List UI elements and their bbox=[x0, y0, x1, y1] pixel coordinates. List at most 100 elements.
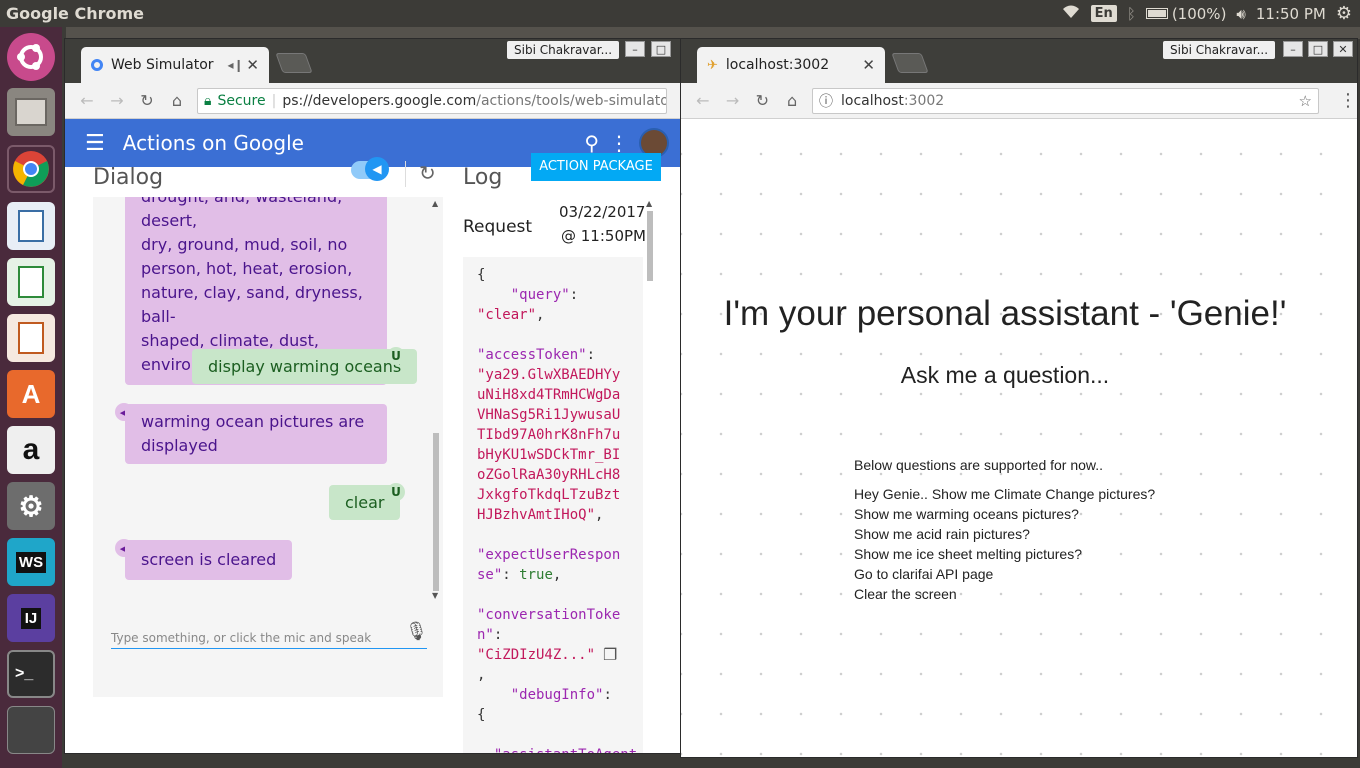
bookmark-star-icon[interactable]: ☆ bbox=[1295, 92, 1312, 110]
dialog-title: Dialog bbox=[93, 165, 164, 190]
log-panel: ACTION PACKAGE Log Request 03/22/2017 @ … bbox=[455, 153, 683, 753]
keyboard-language-indicator[interactable]: En bbox=[1090, 5, 1117, 22]
reload-icon[interactable]: ↻ bbox=[135, 91, 159, 110]
intellij-label: IJ bbox=[20, 607, 42, 629]
minimize-button[interactable]: – bbox=[625, 41, 645, 57]
scroll-thumb[interactable] bbox=[647, 211, 653, 281]
address-bar[interactable]: ⓘ localhost :3002 ☆ bbox=[812, 87, 1319, 114]
refresh-icon[interactable]: ↻ bbox=[419, 161, 436, 185]
tab-title: localhost:3002 bbox=[725, 57, 830, 73]
log-title: Log bbox=[463, 165, 503, 190]
list-item: Go to clarifai API page bbox=[854, 566, 994, 582]
scroll-up-icon[interactable]: ▲ bbox=[646, 199, 652, 208]
url-host: ps://developers.google.com bbox=[282, 92, 477, 109]
msg-line: drought, arid, wasteland, desert, bbox=[141, 197, 342, 230]
new-tab-button[interactable] bbox=[275, 53, 313, 73]
webstorm-icon[interactable]: WS bbox=[7, 538, 55, 586]
page-content: I'm your personal assistant - 'Genie!' A… bbox=[681, 120, 1357, 757]
tab-strip: Web Simulator ◂❙ ✕ Sibi Chakravar... – □ bbox=[65, 39, 683, 83]
chrome-window-web-simulator: Web Simulator ◂❙ ✕ Sibi Chakravar... – □… bbox=[64, 38, 684, 754]
agent-message: screen is cleared bbox=[125, 540, 293, 580]
action-package-button[interactable]: ACTION PACKAGE bbox=[531, 153, 661, 181]
request-time: @ 11:50PM bbox=[561, 227, 646, 245]
user-badge: U bbox=[387, 483, 405, 501]
tab-web-simulator[interactable]: Web Simulator ◂❙ ✕ bbox=[81, 47, 269, 83]
request-label: Request bbox=[463, 217, 533, 237]
speaker-toggle[interactable]: ◀ bbox=[351, 157, 389, 181]
questions-list: Hey Genie.. Show me Climate Change pictu… bbox=[854, 484, 1155, 604]
tab-strip: ✈ localhost:3002 ✕ Sibi Chakravar... – □… bbox=[681, 39, 1357, 83]
hamburger-menu-icon[interactable]: ☰ bbox=[85, 131, 105, 156]
wifi-icon[interactable] bbox=[1061, 4, 1081, 24]
maximize-button[interactable]: □ bbox=[651, 41, 671, 57]
forward-icon[interactable]: → bbox=[105, 91, 129, 110]
tab-close-icon[interactable]: ✕ bbox=[246, 56, 259, 74]
profile-badge[interactable]: Sibi Chakravar... bbox=[1163, 41, 1276, 59]
json-viewer: { "query": "clear", "accessToken": "ya29… bbox=[477, 267, 637, 753]
reload-icon[interactable]: ↻ bbox=[751, 91, 775, 110]
copy-icon[interactable]: ❐ bbox=[603, 645, 617, 664]
webstorm-label: WS bbox=[15, 551, 47, 573]
mic-icon[interactable]: 🎙︎ bbox=[405, 621, 428, 642]
query-placeholder: Type something, or click the mic and spe… bbox=[111, 631, 372, 645]
home-icon[interactable]: ⌂ bbox=[165, 91, 189, 110]
web-simulator-favicon bbox=[91, 59, 103, 71]
unity-launcher: A a ⚙ WS IJ >_ bbox=[0, 27, 62, 768]
list-item: Clear the screen bbox=[854, 586, 957, 602]
impress-icon[interactable] bbox=[7, 314, 55, 362]
forward-icon[interactable]: → bbox=[721, 91, 745, 110]
workspaces-icon[interactable] bbox=[7, 706, 55, 754]
maximize-button[interactable]: □ bbox=[1308, 41, 1328, 57]
list-item: Show me acid rain pictures? bbox=[854, 526, 1030, 542]
questions-intro: Below questions are supported for now.. bbox=[854, 457, 1104, 473]
log-scrollbar[interactable]: ▲ bbox=[645, 199, 655, 753]
msg-line: nature, clay, sand, dryness, ball- bbox=[141, 283, 363, 326]
scroll-thumb[interactable] bbox=[433, 433, 439, 591]
profile-badge[interactable]: Sibi Chakravar... bbox=[507, 41, 620, 59]
minimize-button[interactable]: – bbox=[1283, 41, 1303, 57]
battery-indicator[interactable]: (100%) bbox=[1145, 5, 1226, 23]
terminal-icon[interactable]: >_ bbox=[7, 650, 55, 698]
search-icon[interactable]: ⚲ bbox=[584, 131, 599, 155]
more-vert-icon[interactable]: ⋮ bbox=[609, 131, 629, 155]
dialog-panel: Dialog ◀ ↻ drought, arid, wasteland, des… bbox=[65, 157, 455, 753]
chrome-menu-icon[interactable]: ⋮ bbox=[1339, 90, 1357, 111]
settings-icon[interactable]: ⚙ bbox=[7, 482, 55, 530]
query-input[interactable]: Type something, or click the mic and spe… bbox=[111, 627, 427, 649]
url-host: localhost bbox=[841, 92, 904, 109]
chrome-icon[interactable] bbox=[7, 145, 55, 193]
dialog-scrollbar[interactable]: ▲ ▼ bbox=[431, 199, 441, 600]
msg-line: warming ocean pictures are bbox=[141, 412, 365, 431]
system-settings-icon[interactable]: ⚙ bbox=[1336, 3, 1352, 24]
intellij-icon[interactable]: IJ bbox=[7, 594, 55, 642]
clock[interactable]: 11:50 PM bbox=[1256, 5, 1326, 23]
tab-localhost[interactable]: ✈ localhost:3002 ✕ bbox=[697, 47, 885, 83]
chrome-window-localhost: ✈ localhost:3002 ✕ Sibi Chakravar... – □… bbox=[680, 38, 1358, 758]
scroll-up-icon[interactable]: ▲ bbox=[432, 199, 438, 208]
divider bbox=[405, 161, 406, 187]
scroll-down-icon[interactable]: ▼ bbox=[432, 591, 438, 600]
close-button[interactable]: ✕ bbox=[1333, 41, 1353, 57]
new-tab-button[interactable] bbox=[891, 53, 929, 73]
tab-audio-icon[interactable]: ◂❙ bbox=[228, 58, 244, 72]
files-icon[interactable] bbox=[7, 88, 55, 136]
volume-icon[interactable]: 🔊︎ bbox=[1236, 5, 1245, 23]
ubuntu-icon[interactable] bbox=[7, 33, 55, 81]
localhost-favicon: ✈ bbox=[707, 57, 718, 73]
page-title: I'm your personal assistant - 'Genie!' bbox=[723, 294, 1287, 333]
software-center-icon[interactable]: A bbox=[7, 370, 55, 418]
calc-icon[interactable] bbox=[7, 258, 55, 306]
browser-toolbar: ← → ↻ ⌂ ⓘ localhost :3002 ☆ ⋮ bbox=[681, 83, 1357, 119]
info-icon[interactable]: ⓘ bbox=[819, 91, 833, 111]
writer-icon[interactable] bbox=[7, 202, 55, 250]
tab-title: Web Simulator bbox=[111, 57, 214, 73]
tab-close-icon[interactable]: ✕ bbox=[862, 56, 875, 74]
home-icon[interactable]: ⌂ bbox=[780, 91, 804, 110]
system-tray: En ᛒ (100%) 🔊︎ 11:50 PM ⚙ bbox=[1061, 3, 1352, 24]
back-icon[interactable]: ← bbox=[75, 91, 99, 110]
list-item: Hey Genie.. Show me Climate Change pictu… bbox=[854, 486, 1156, 502]
back-icon[interactable]: ← bbox=[691, 91, 715, 110]
bluetooth-icon[interactable]: ᛒ bbox=[1127, 5, 1136, 23]
address-bar[interactable]: 🔒︎ Secure | ps://developers.google.com /… bbox=[197, 87, 667, 114]
amazon-icon[interactable]: a bbox=[7, 426, 55, 474]
